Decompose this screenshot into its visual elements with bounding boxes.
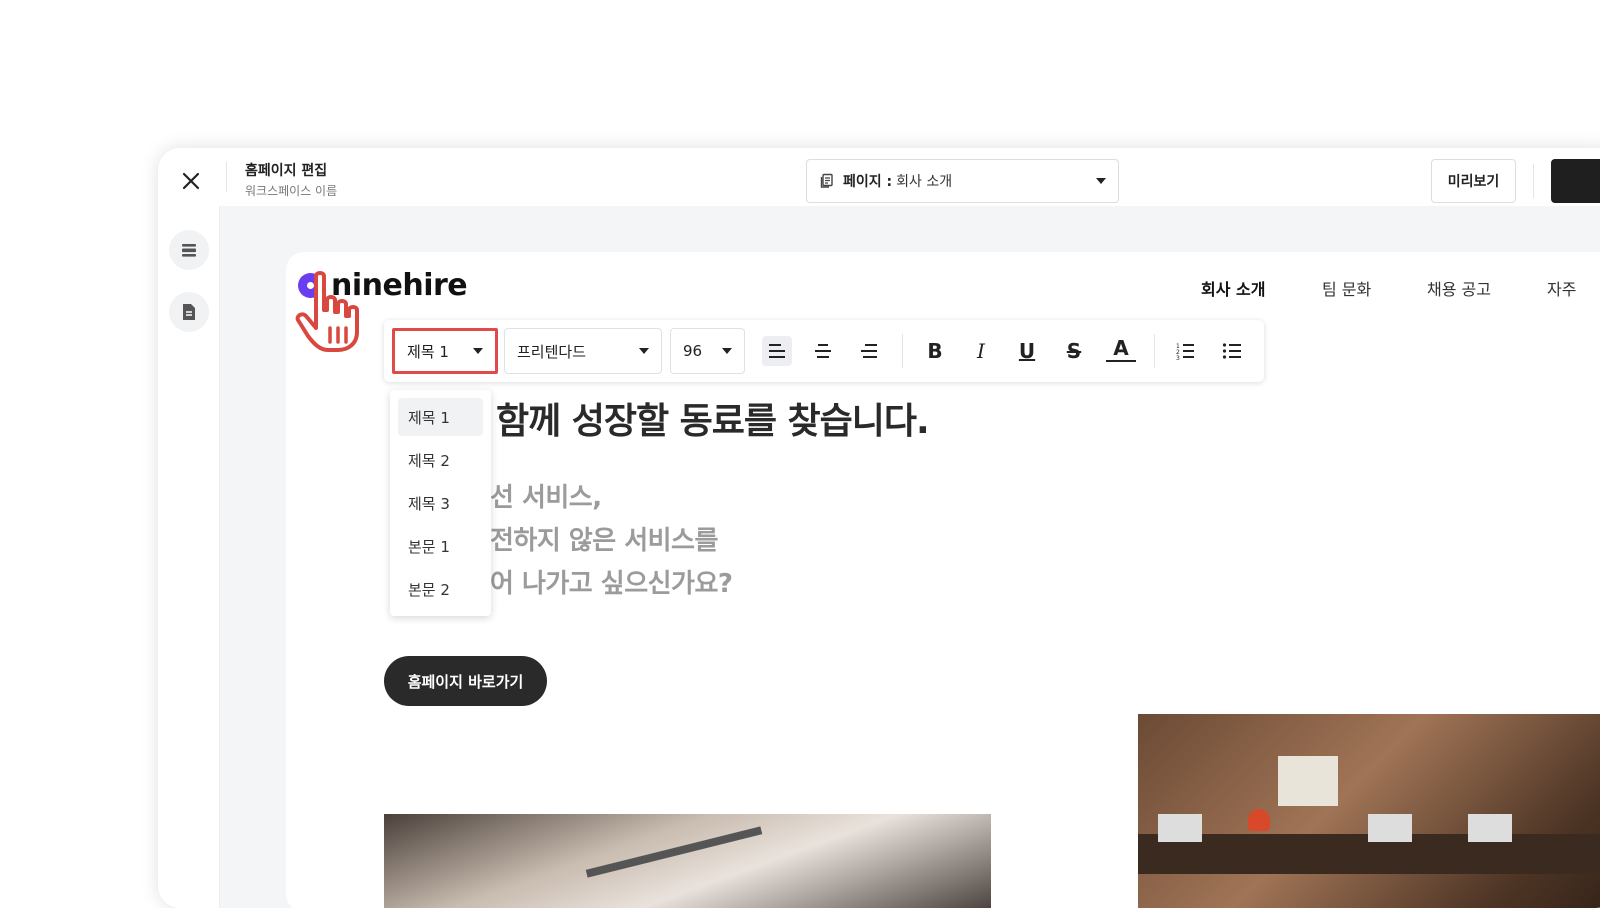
underline-button[interactable]: U — [1012, 336, 1042, 366]
document-icon — [183, 304, 195, 320]
sections-icon — [182, 244, 196, 257]
toolbar-divider — [902, 334, 903, 368]
align-center-icon — [815, 344, 831, 358]
caret-down-icon — [722, 348, 732, 354]
dropdown-item-body-2[interactable]: 본문 2 — [398, 570, 483, 608]
caret-down-icon — [639, 348, 649, 354]
hero-heading-text: 함께 성장할 동료를 찾습니다. — [496, 401, 930, 442]
align-left-icon — [769, 344, 785, 358]
page-selector-label: 페이지 : — [843, 174, 893, 190]
text-style-dropdown: 제목 1 제목 2 제목 3 본문 1 본문 2 — [390, 390, 491, 616]
nav-item-faq[interactable]: 자주 — [1547, 276, 1576, 300]
editor-title: 홈페이지 편집 — [245, 163, 328, 179]
top-bar: 홈페이지 편집 워크스페이스 이름 페이지 : 회사 소개 미리보기 — [158, 148, 1600, 206]
align-left-button[interactable] — [762, 336, 792, 366]
bullet-list-icon — [1222, 343, 1241, 359]
strikethrough-button[interactable]: S — [1059, 336, 1089, 366]
strikethrough-icon: S — [1066, 339, 1082, 363]
pages-icon — [820, 173, 833, 188]
title-block: 홈페이지 편집 워크스페이스 이름 — [245, 162, 337, 200]
ordered-list-icon: 1 2 3 — [1176, 343, 1194, 360]
dropdown-item-body-1[interactable]: 본문 1 — [398, 527, 483, 565]
editor-window: 홈페이지 편집 워크스페이스 이름 페이지 : 회사 소개 미리보기 nineh… — [158, 148, 1600, 908]
italic-button[interactable]: I — [966, 336, 996, 366]
text-toolbar: 제목 1 프리텐다드 96 B I U S A 1 2 3 — [384, 320, 1264, 382]
dropdown-item-heading-2[interactable]: 제목 2 — [398, 441, 483, 479]
font-size-select[interactable]: 96 — [670, 328, 745, 374]
workspace-photo — [1138, 714, 1600, 908]
site-logo[interactable]: ninehire — [298, 268, 468, 303]
underline-icon: U — [1018, 339, 1036, 363]
bold-button[interactable]: B — [920, 336, 950, 366]
font-family-select[interactable]: 프리텐다드 — [504, 328, 662, 374]
text-style-value: 제목 1 — [407, 342, 449, 361]
sections-button[interactable] — [169, 230, 209, 270]
svg-text:3: 3 — [1176, 355, 1180, 360]
nav-item-jobs[interactable]: 채용 공고 — [1427, 276, 1491, 300]
font-family-value: 프리텐다드 — [517, 342, 587, 361]
caret-down-icon — [1096, 178, 1106, 184]
logo-text: ninehire — [331, 268, 468, 303]
text-style-select[interactable]: 제목 1 — [392, 328, 498, 374]
italic-icon: I — [977, 339, 985, 363]
logo-mark-icon — [298, 273, 323, 298]
page-selector-value: 회사 소개 — [896, 174, 953, 190]
nav-item-culture[interactable]: 팀 문화 — [1322, 276, 1371, 300]
preview-button[interactable]: 미리보기 — [1431, 159, 1516, 203]
divider — [226, 162, 227, 192]
font-size-value: 96 — [683, 342, 703, 360]
publish-button[interactable] — [1551, 159, 1600, 203]
text-color-button[interactable]: A — [1106, 336, 1136, 362]
workspace-name: 워크스페이스 이름 — [245, 184, 338, 198]
nav-item-company[interactable]: 회사 소개 — [1201, 276, 1265, 300]
align-right-button[interactable] — [854, 336, 884, 366]
dropdown-item-heading-3[interactable]: 제목 3 — [398, 484, 483, 522]
page-selector[interactable]: 페이지 : 회사 소개 — [806, 159, 1119, 203]
close-button[interactable] — [178, 168, 204, 194]
align-center-button[interactable] — [808, 336, 838, 366]
sidebar — [158, 206, 220, 908]
align-right-icon — [861, 344, 877, 358]
caret-down-icon — [473, 348, 483, 354]
dropdown-item-heading-1[interactable]: 제목 1 — [398, 398, 483, 436]
text-color-icon: A — [1113, 336, 1129, 360]
divider — [1533, 164, 1534, 198]
canvas-page: ninehire 회사 소개 팀 문화 채용 공고 자주 함께 성장할 동료를 … — [286, 252, 1600, 908]
bullet-list-button[interactable] — [1217, 336, 1247, 366]
bold-icon: B — [927, 339, 943, 363]
office-photo — [384, 814, 991, 908]
page-settings-button[interactable] — [169, 292, 209, 332]
homepage-link-button[interactable]: 홈페이지 바로가기 — [384, 656, 547, 706]
close-icon — [182, 172, 200, 190]
toolbar-divider — [1154, 334, 1155, 368]
ordered-list-button[interactable]: 1 2 3 — [1170, 336, 1200, 366]
